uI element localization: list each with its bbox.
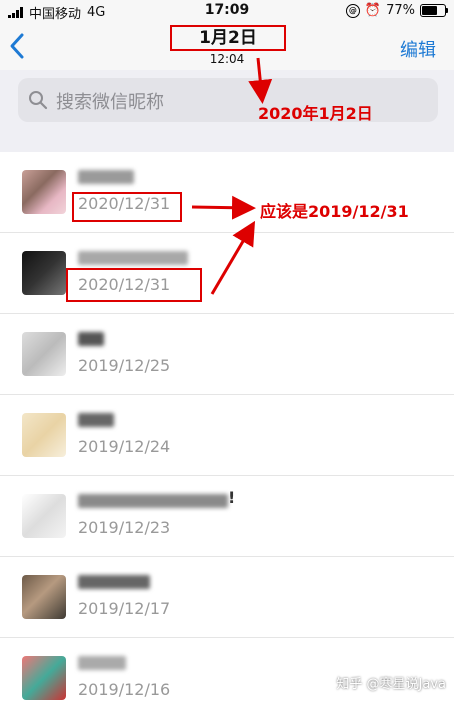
- search-icon: [29, 91, 48, 110]
- edit-button[interactable]: 编辑: [400, 36, 436, 62]
- avatar: [22, 251, 66, 295]
- avatar: [22, 575, 66, 619]
- nickname-blurred: [78, 413, 114, 427]
- annotation-box-date2: [66, 268, 202, 302]
- avatar: [22, 494, 66, 538]
- nickname-blurred: [78, 494, 228, 508]
- nickname-blurred: [78, 251, 188, 265]
- status-bar: 中国移动 4G 17:09 @ ⏰ 77%: [0, 0, 454, 22]
- watermark: 知乎 @寒星说Java: [336, 677, 446, 692]
- battery-percent: 77%: [386, 3, 415, 18]
- avatar: [22, 656, 66, 700]
- status-right: @ ⏰ 77%: [345, 3, 448, 18]
- list-item[interactable]: ! 2019/12/23: [0, 476, 454, 557]
- avatar: [22, 413, 66, 457]
- search-placeholder: 搜索微信昵称: [56, 92, 164, 113]
- nickname-blurred: [78, 170, 134, 184]
- nickname-blurred: [78, 575, 150, 589]
- list-item-date: 2019/12/25: [78, 356, 171, 375]
- annotation-should-be: 应该是2019/12/31: [260, 202, 409, 221]
- avatar: [22, 170, 66, 214]
- nickname-suffix: !: [228, 488, 236, 507]
- list-item[interactable]: 2019/12/25: [0, 314, 454, 395]
- list-item[interactable]: 2019/12/24: [0, 395, 454, 476]
- rotation-lock-icon: @: [345, 3, 360, 18]
- nav-bar: 1月2日 12:04 编辑: [0, 22, 454, 70]
- alarm-icon: ⏰: [364, 3, 382, 18]
- nickname-blurred: [78, 656, 126, 670]
- list-item-date: 2019/12/16: [78, 680, 171, 699]
- nickname-blurred: [78, 332, 104, 346]
- list-item-date: 2019/12/24: [78, 437, 171, 456]
- search-input[interactable]: 搜索微信昵称: [18, 78, 438, 122]
- nav-subtitle: 12:04: [209, 52, 245, 66]
- nav-title: 1月2日: [170, 25, 286, 51]
- list-item-date: 2019/12/23: [78, 518, 171, 537]
- friend-list: 2020/12/31 2020/12/31 2019/12/25 2019/12…: [0, 152, 454, 712]
- annotation-actual-date: 2020年1月2日: [258, 104, 373, 123]
- annotation-box-date1: [72, 192, 182, 222]
- battery-icon: [420, 4, 448, 17]
- avatar: [22, 332, 66, 376]
- list-item-date: 2019/12/17: [78, 599, 171, 618]
- list-item[interactable]: 2019/12/17: [0, 557, 454, 638]
- search-area: 搜索微信昵称: [0, 70, 454, 152]
